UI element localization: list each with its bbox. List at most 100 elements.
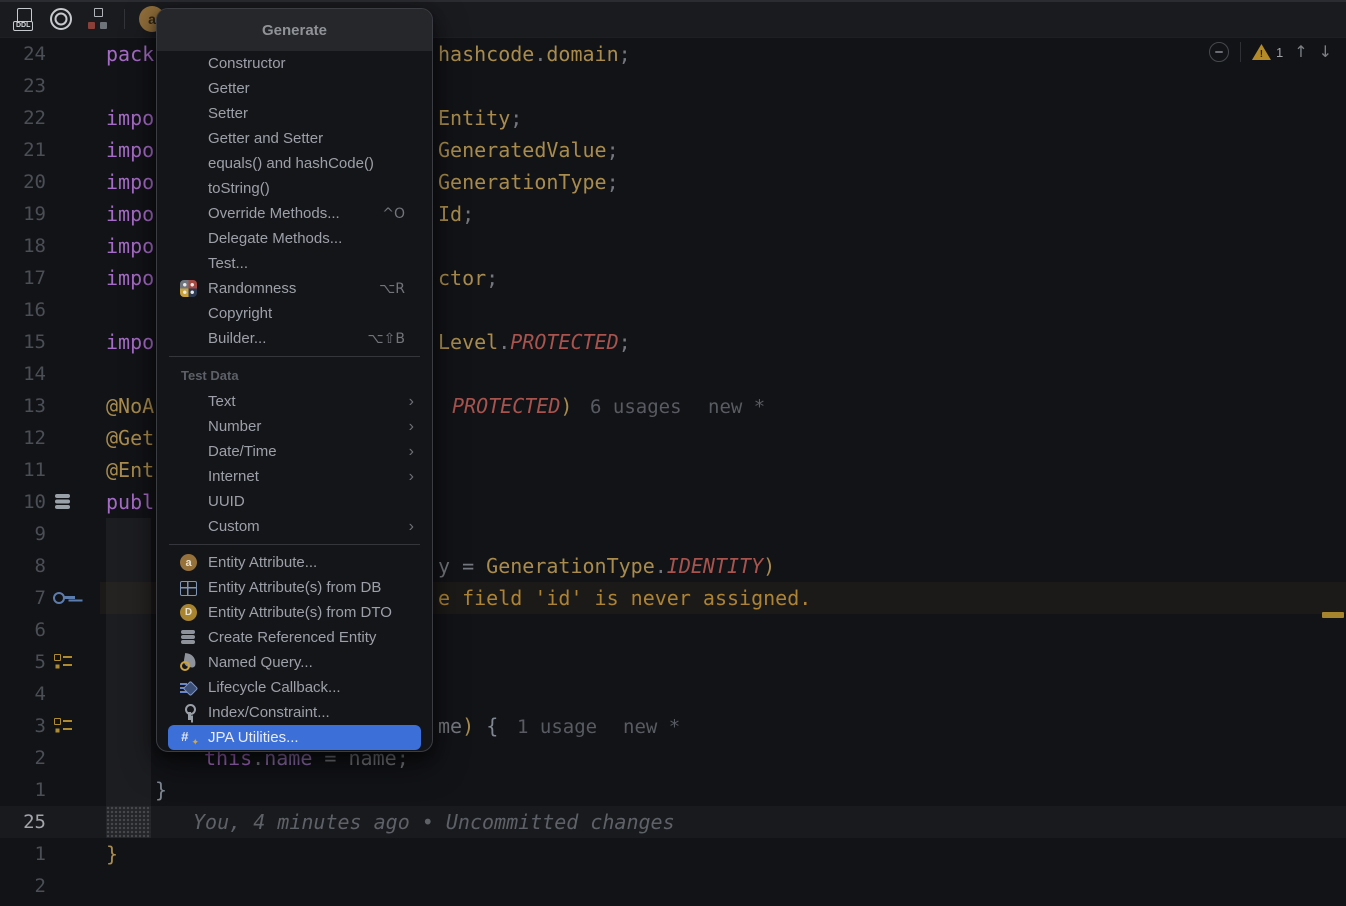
menu-item-label: Entity Attribute(s) from DB [208,579,382,596]
target-icon[interactable] [50,7,72,30]
menu-item-label: Number [208,418,262,435]
menu-item-label: Copyright [208,305,273,322]
code-fragment: impo [106,138,155,162]
code-fragment: y = GenerationType.IDENTITY) [438,554,776,578]
menu-item-getter[interactable]: Getter [168,76,421,101]
code-line: 1} [0,774,1346,806]
menu-item-entity-attribute[interactable]: a Entity Attribute... [168,550,421,575]
menu-item-date-time[interactable]: Date/Time › [168,439,421,464]
line-number: 22 [23,107,46,129]
menu-item-equals-and-hashcode[interactable]: equals() and hashCode() [168,151,421,176]
line-number: 13 [23,395,46,417]
menu-item-entity-attributes-from-db[interactable]: Entity Attribute(s) from DB [168,575,421,600]
code-fragment: pack [106,42,155,66]
menu-item-tostring[interactable]: toString() [168,176,421,201]
code-fragment: You, 4 minutes ago • Uncommitted changes [193,810,675,834]
hierarchy-icon[interactable] [86,7,110,31]
menu-item-internet[interactable]: Internet › [168,464,421,489]
menu-item-copyright[interactable]: Copyright [168,301,421,326]
code-fragment: 6 usages [590,396,682,418]
warning-counter[interactable]: ! 1 [1251,44,1283,60]
line-number: 17 [23,267,46,289]
menu-item-test[interactable]: Test... [168,251,421,276]
menu-item-text[interactable]: Text › [168,389,421,414]
code-fragment: ctor; [438,266,499,290]
warning-triangle-icon: ! [1251,44,1271,60]
scrollbar-warning-stripe[interactable] [1322,612,1344,618]
chevron-right-icon: › [408,417,414,435]
hide-highlights-icon[interactable] [1208,42,1229,62]
menu-item-override-methods[interactable]: Override Methods... ^O [168,201,421,226]
warning-glyph: ! [1259,49,1264,60]
line-number: 5 [34,651,46,673]
menu-item-entity-attributes-from-dto[interactable]: D Entity Attribute(s) from DTO [168,600,421,625]
menu-item-label: Builder... [208,330,267,347]
menu-item-randomness[interactable]: Randomness ⌥R [168,276,421,301]
index-constraint-icon [180,704,197,721]
menu-shortcut: ^O [382,205,405,222]
line-number: 1 [34,843,46,865]
menu-item-delegate-methods[interactable]: Delegate Methods... [168,226,421,251]
selection-band [106,518,151,806]
code-fragment: } [155,778,168,802]
menu-item-getter-and-setter[interactable]: Getter and Setter [168,126,421,151]
line-number: 1 [34,779,46,801]
menu-item-label: Getter [208,80,250,97]
menu-item-jpa-utilities[interactable]: # ✦ JPA Utilities... [168,725,421,750]
code-line: 2 [0,870,1346,902]
menu-section-label: Test Data [181,368,239,383]
line-number: 7 [34,587,46,609]
line-number: 24 [23,43,46,65]
menu-item-create-referenced-entity[interactable]: Create Referenced Entity [168,625,421,650]
line-number: 9 [34,523,46,545]
attribute-gutter-icon[interactable] [53,716,75,736]
ddl-generation-icon[interactable]: DDL [12,7,36,31]
menu-shortcut: ⌥⇧B [367,330,405,347]
menu-item-label: Internet [208,468,259,485]
line-number: 2 [34,875,46,897]
code-fragment: GenerationType; [438,170,619,194]
menu-item-index-constraint[interactable]: Index/Constraint... [168,700,421,725]
code-fragment: publ [106,490,155,514]
menu-item-label: Override Methods... [208,205,340,222]
attribute-gutter-icon[interactable] [53,652,75,672]
code-fragment: me) { [438,714,499,738]
menu-item-label: Entity Attribute... [208,554,318,571]
menu-item-lifecycle-callback[interactable]: Lifecycle Callback... [168,675,421,700]
line-number: 10 [23,491,46,513]
generate-popup: Generate Constructor Getter Setter Getter a… [156,8,433,752]
sparkle-icon: ✦ [191,738,199,748]
menu-item-label: Setter [208,105,249,122]
menu-item-named-query[interactable]: Named Query... [168,650,421,675]
code-fragment: impo [106,106,155,130]
referenced-entity-icon [180,629,197,646]
menu-item-label: Delegate Methods... [208,230,343,247]
avatar-letter: a [148,10,156,27]
menu-item-custom[interactable]: Custom › [168,514,421,539]
generate-menu-list: Constructor Getter Setter Getter and Setter… [157,51,432,751]
menu-item-uuid[interactable]: UUID [168,489,421,514]
menu-item-builder[interactable]: Builder... ⌥⇧B [168,326,421,351]
dice-icon [180,280,197,297]
menu-item-setter[interactable]: Setter [168,101,421,126]
code-fragment: hashcode.domain; [438,42,631,66]
code-fragment: impo [106,234,155,258]
db-table-icon [180,580,197,596]
key-gutter-icon[interactable] [53,588,75,608]
code-fragment: impo [106,330,155,354]
menu-item-number[interactable]: Number › [168,414,421,439]
menu-item-label: Date/Time [208,443,277,460]
menu-item-label: Constructor [208,55,286,72]
entity-gutter-icon[interactable] [53,492,75,512]
next-problem-icon[interactable]: ↓ [1319,42,1332,62]
menu-item-label: Text [208,393,236,410]
line-number: 11 [23,459,46,481]
caret-selection-band [106,806,151,838]
menu-item-label: Create Referenced Entity [208,629,377,646]
line-number: 2 [34,747,46,769]
toolbar-separator [124,8,125,29]
previous-problem-icon[interactable]: ↑ [1294,42,1307,62]
menu-item-constructor[interactable]: Constructor [168,51,421,76]
chevron-right-icon: › [408,392,414,410]
dto-icon: D [180,604,197,621]
